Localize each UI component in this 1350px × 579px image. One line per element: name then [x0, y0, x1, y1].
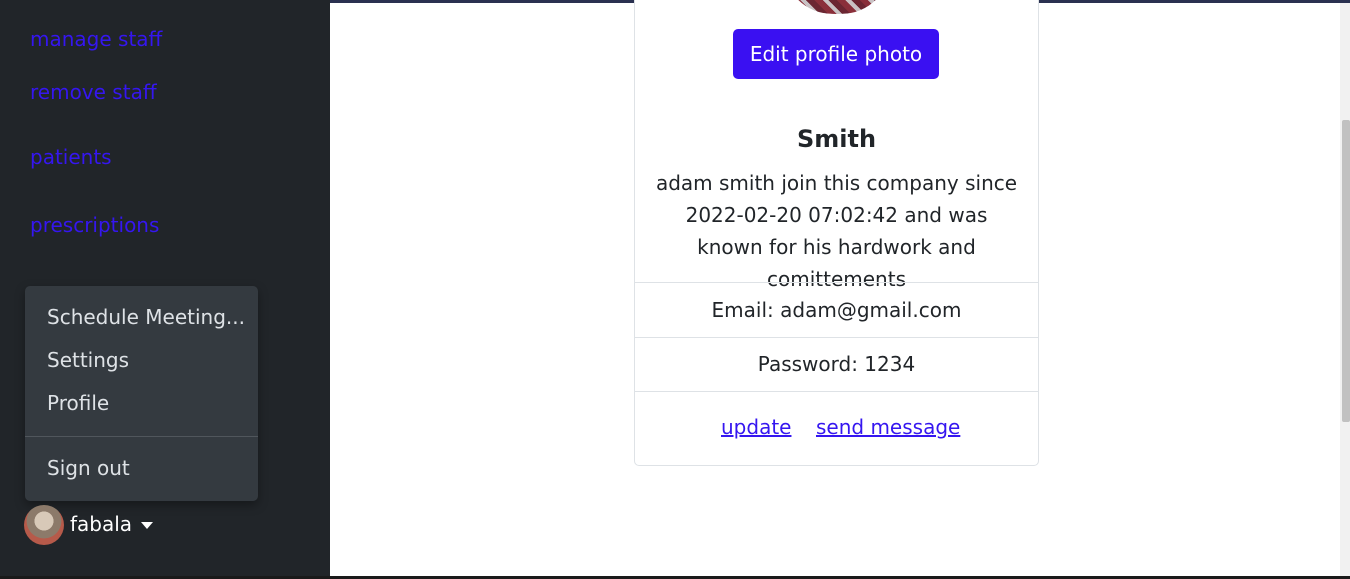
- edit-profile-photo-button[interactable]: Edit profile photo: [733, 29, 939, 79]
- profile-email: Email: adam@gmail.com: [635, 282, 1038, 337]
- profile-card: Edit profile photo Smith adam smith join…: [634, 0, 1039, 466]
- menu-item-sign-out[interactable]: Sign out: [47, 455, 130, 481]
- menu-item-settings[interactable]: Settings: [47, 347, 129, 373]
- profile-password: Password: 1234: [635, 337, 1038, 391]
- sidebar: manage staff remove staff patients presc…: [0, 0, 330, 579]
- menu-item-profile[interactable]: Profile: [47, 390, 109, 416]
- user-dropdown-menu: Schedule Meeting... Settings Profile Sig…: [25, 286, 258, 501]
- profile-bio: adam smith join this company since 2022-…: [655, 171, 1018, 291]
- sidebar-item-prescriptions[interactable]: prescriptions: [30, 212, 159, 238]
- sidebar-item-manage-staff[interactable]: manage staff: [30, 26, 162, 52]
- sidebar-item-remove-staff[interactable]: remove staff: [30, 79, 157, 105]
- sidebar-item-patients[interactable]: patients: [30, 144, 112, 170]
- profile-photo: [783, 0, 891, 14]
- user-avatar-icon: [24, 505, 64, 545]
- caret-down-icon: [141, 522, 153, 529]
- scrollbar-thumb[interactable]: [1342, 120, 1350, 422]
- send-message-link[interactable]: send message: [816, 414, 960, 440]
- menu-item-schedule-meeting[interactable]: Schedule Meeting...: [47, 304, 245, 330]
- user-name: fabala: [70, 512, 133, 536]
- profile-actions: update send message: [635, 391, 1038, 466]
- profile-name: Smith: [796, 125, 877, 153]
- main-content: Edit profile photo Smith adam smith join…: [330, 0, 1340, 576]
- menu-divider: [25, 436, 258, 437]
- update-link[interactable]: update: [721, 414, 791, 440]
- user-dropdown-toggle[interactable]: fabala: [24, 505, 164, 545]
